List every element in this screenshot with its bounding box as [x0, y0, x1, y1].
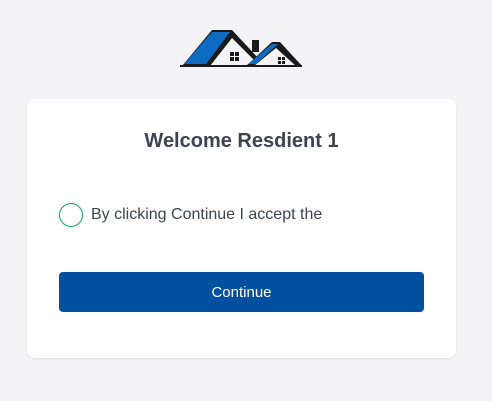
consent-radio[interactable]: [59, 203, 83, 227]
consent-row: By clicking Continue I accept the: [59, 203, 322, 227]
houses-logo-icon: [180, 26, 302, 70]
page-title: Welcome Resdient 1: [144, 130, 339, 152]
consent-label: By clicking Continue I accept the: [91, 206, 323, 223]
welcome-card: Welcome Resdient 1 By clicking Continue …: [27, 99, 456, 358]
continue-button[interactable]: Continue: [59, 272, 424, 312]
